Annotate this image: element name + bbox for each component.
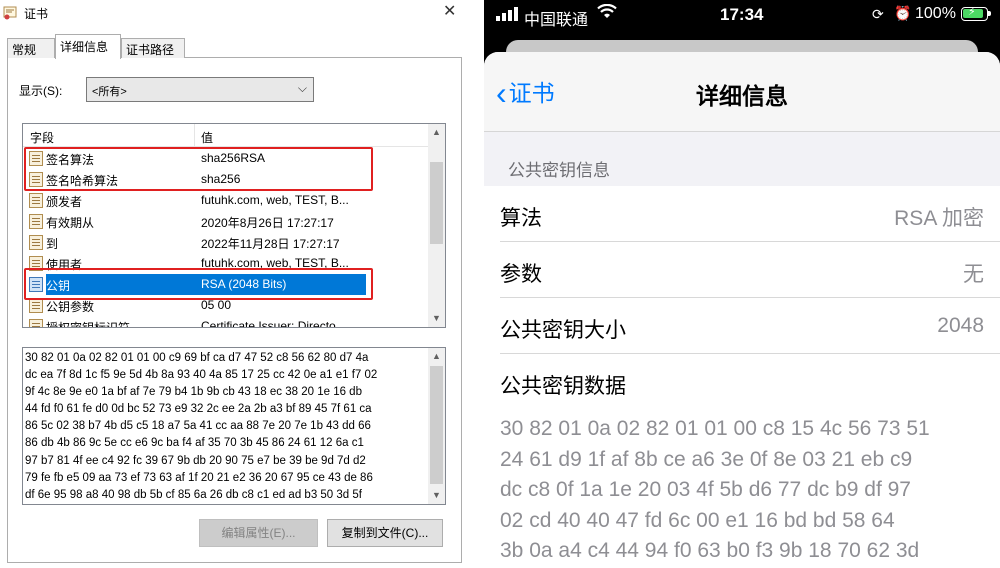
charging-bolt-icon: ⚡ [968,6,976,18]
title-bar: 证书 ✕ [0,0,470,26]
cell-key: 公共密钥数据 [500,375,626,398]
cell-parameters: 参数 无 [500,242,1000,298]
window-title: 证书 [24,7,49,21]
clock: 17:34 [720,5,764,24]
field-icon [29,298,43,313]
field-value: futuhk.com, web, TEST, B... [201,193,349,207]
column-header-value[interactable]: 值 [201,129,213,146]
field-name: 授权密钥标识符 [46,321,131,328]
cell-key: 公共密钥大小 [500,319,626,342]
alarm-icon: ⏰ [894,5,912,21]
public-key-data: 30 82 01 0a 02 82 01 01 00 c8 15 4c 56 7… [500,417,930,562]
show-dropdown[interactable]: <所有> ⌵ [86,77,314,102]
show-label: 显示(S): [19,84,63,98]
scroll-up-icon[interactable]: ▲ [428,124,445,141]
copy-to-file-button[interactable]: 复制到文件(C)... [327,519,443,547]
battery-icon: ⚡ [961,6,991,21]
tab-general[interactable]: 常规 [7,38,55,58]
highlight-box-signature [24,147,373,191]
navigation-bar: ‹证书 详细信息 [484,52,1000,132]
scroll-up-icon[interactable]: ▲ [428,348,445,365]
section-header: 公共密钥信息 [508,161,610,180]
column-divider[interactable] [194,124,195,146]
chevron-down-icon: ⌵ [297,81,307,95]
scroll-thumb[interactable] [430,366,443,484]
scroll-down-icon[interactable]: ▼ [428,310,445,327]
cell-key-size: 公共密钥大小 2048 [500,298,1000,354]
field-list-header: 字段 值 [23,124,428,147]
field-icon [29,214,43,229]
tab-cert-path[interactable]: 证书路径 [121,38,185,58]
certificate-icon [3,6,17,20]
tab-strip: 常规 详细信息 证书路径 [7,34,462,59]
battery-percentage: 100% [915,5,956,22]
scroll-thumb[interactable] [430,162,443,244]
certificate-dialog: 证书 ✕ 常规 详细信息 证书路径 显示(S): <所有> ⌵ 字段 值 签名算… [0,0,470,568]
field-list-scrollbar[interactable]: ▲ ▼ [428,124,445,327]
cell-key: 算法 [500,207,542,230]
ios-screen: 中国联通 17:34 ⟳ ⏰ 100% ⚡ ‹证书 详细信息 公共密钥信息 算法… [484,0,1000,568]
cell-key: 参数 [500,263,542,286]
status-bar: 中国联通 17:34 ⟳ ⏰ 100% ⚡ [484,0,1000,30]
list-item[interactable]: 授权密钥标识符 Certificate Issuer: Directo [23,316,428,328]
cell-value: RSA 加密 [894,207,984,230]
field-value: 05 00 [201,298,232,312]
value-detail-box[interactable]: 30 82 01 0a 02 82 01 01 00 c9 69 bf ca d… [22,347,446,505]
field-name: 到 [46,237,59,251]
key-info-group: 算法 RSA 加密 参数 无 公共密钥大小 2048 公共密钥数据 30 82 … [484,186,1000,568]
field-icon [29,193,43,208]
field-icon [29,319,43,327]
detail-scrollbar[interactable]: ▲ ▼ [428,348,445,504]
tab-details[interactable]: 详细信息 [55,34,121,59]
rotation-lock-icon: ⟳ [872,6,884,22]
cell-key-data: 公共密钥数据 [500,354,1000,410]
column-header-field[interactable]: 字段 [30,129,54,146]
list-item[interactable]: 有效期从 2020年8月26日 17:27:17 [23,211,428,232]
signal-icon [496,7,518,21]
close-icon[interactable]: ✕ [443,1,456,21]
battery-nub [988,11,991,16]
nav-title: 详细信息 [696,83,788,109]
list-item[interactable]: 颁发者 futuhk.com, web, TEST, B... [23,190,428,211]
list-item[interactable]: 到 2022年11月28日 17:27:17 [23,232,428,253]
field-name: 公钥参数 [46,300,95,314]
field-value: 2022年11月28日 17:27:17 [201,237,340,251]
cell-value: 2048 [937,314,984,337]
scroll-down-icon[interactable]: ▼ [428,487,445,504]
cell-value: 无 [963,263,984,286]
field-value: Certificate Issuer: Directo [201,319,336,328]
field-icon [29,235,43,250]
carrier-label: 中国联通 [524,12,589,29]
field-name: 颁发者 [46,195,83,209]
edit-properties-button[interactable]: 编辑属性(E)... [199,519,318,547]
show-dropdown-value: <所有> [92,86,127,98]
field-name: 有效期从 [46,216,95,230]
highlight-box-public-key [24,268,373,300]
wifi-icon [597,4,617,18]
field-value: 2020年8月26日 17:27:17 [201,216,334,230]
public-key-hex: 30 82 01 0a 02 82 01 01 00 c9 69 bf ca d… [25,352,378,501]
cell-algorithm: 算法 RSA 加密 [500,186,1000,242]
